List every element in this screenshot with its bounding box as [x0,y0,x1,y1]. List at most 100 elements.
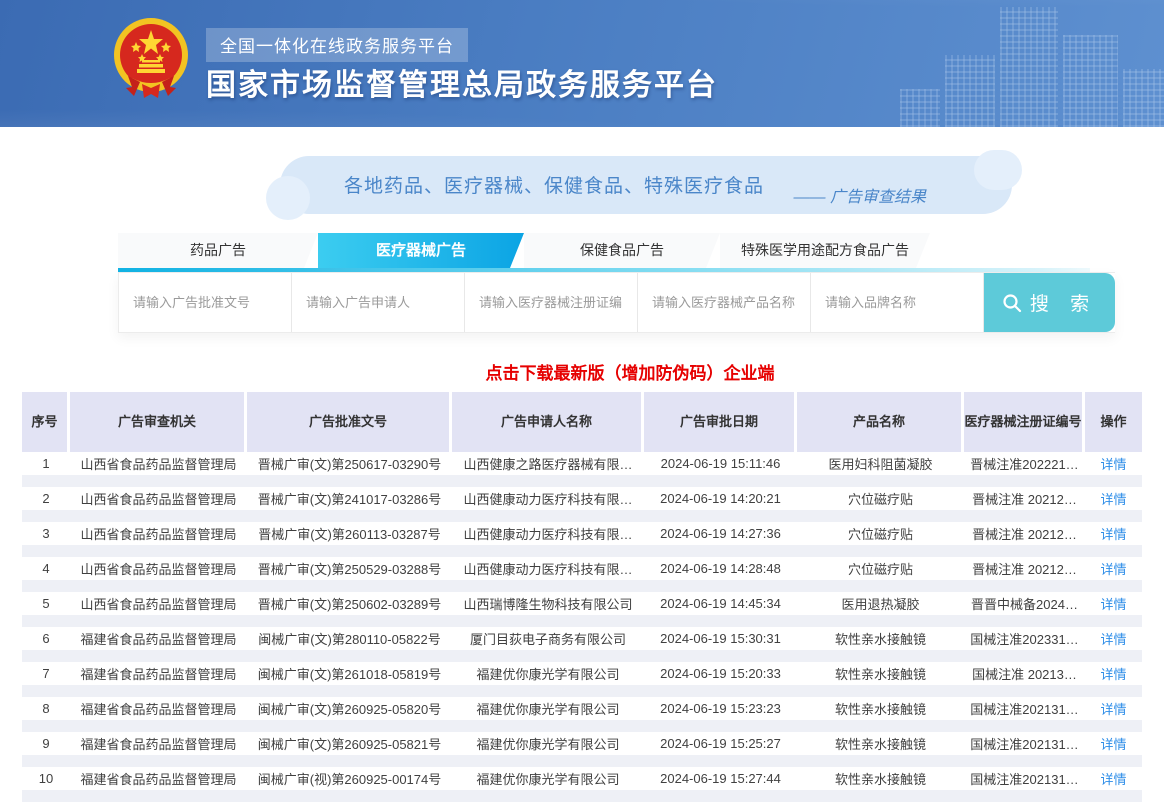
column-header-action: 操作 [1085,392,1142,452]
cell-approval-date: 2024-06-19 15:23:23 [644,701,797,716]
page: 全国一体化在线政务服务平台 国家市场监督管理总局政务服务平台 各地药品、医疗器械… [0,0,1164,812]
cell-approval-number: 晋械广审(文)第260113-03287号 [247,524,452,543]
cell-registration-number: 晋械注准 20212… [964,524,1085,543]
cell-applicant: 山西健康动力医疗科技有限… [452,559,644,578]
banner-categories-text: 各地药品、医疗器械、保健食品、特殊医疗食品 [344,171,764,198]
search-button-label: 搜 索 [1030,289,1097,316]
tab-health-food-ads[interactable]: 保健食品广告 [524,233,720,268]
cell-agency: 山西省食品药品监督管理局 [70,559,247,578]
cell-agency: 山西省食品药品监督管理局 [70,524,247,543]
table-row: 1 山西省食品药品监督管理局 晋械广审(文)第250617-03290号 山西健… [22,452,1142,487]
cell-approval-number: 闽械广审(文)第260925-05820号 [247,699,452,718]
search-bar: 搜 索 [118,272,1115,333]
download-enterprise-client-link[interactable]: 点击下载最新版（增加防伪码）企业端 [486,359,775,384]
detail-link[interactable]: 详情 [1085,734,1142,753]
detail-link[interactable]: 详情 [1085,454,1142,473]
header-badge: 全国一体化在线政务服务平台 [206,28,468,62]
cell-agency: 山西省食品药品监督管理局 [70,489,247,508]
cell-index: 2 [22,491,70,506]
tab-drug-ads[interactable]: 药品广告 [118,233,318,268]
cell-applicant: 福建优你康光学有限公司 [452,664,644,683]
cell-registration-number: 晋械注准 20212… [964,489,1085,508]
cell-index: 3 [22,526,70,541]
detail-link[interactable]: 详情 [1085,769,1142,788]
cell-registration-number: 晋械注准 20212… [964,559,1085,578]
cell-index: 7 [22,666,70,681]
cell-index: 4 [22,561,70,576]
cell-index: 5 [22,596,70,611]
table-header-row: 序号 广告审查机关 广告批准文号 广告申请人名称 广告审批日期 产品名称 医疗器… [22,392,1142,452]
skyline-decoration [945,55,995,127]
cell-product-name: 医用妇科阻菌凝胶 [797,454,964,473]
cell-registration-number: 国械注准202131… [964,734,1085,753]
detail-link[interactable]: 详情 [1085,629,1142,648]
device-product-name-input[interactable] [638,273,811,332]
applicant-input[interactable] [292,273,465,332]
table-row: 7 福建省食品药品监督管理局 闽械广审(文)第261018-05819号 福建优… [22,662,1142,697]
banner-suffix-text: —— 广告审查结果 [794,183,926,207]
cell-approval-date: 2024-06-19 15:27:44 [644,771,797,786]
table-body: 1 山西省食品药品监督管理局 晋械广审(文)第250617-03290号 山西健… [22,452,1142,802]
detail-link[interactable]: 详情 [1085,524,1142,543]
advertisement-table: 序号 广告审查机关 广告批准文号 广告申请人名称 广告审批日期 产品名称 医疗器… [22,392,1142,802]
cell-approval-date: 2024-06-19 14:20:21 [644,491,797,506]
cell-index: 10 [22,771,70,786]
cell-applicant: 福建优你康光学有限公司 [452,769,644,788]
detail-link[interactable]: 详情 [1085,489,1142,508]
skyline-decoration [900,89,940,127]
cell-applicant: 山西健康动力医疗科技有限… [452,524,644,543]
detail-link[interactable]: 详情 [1085,664,1142,683]
cell-agency: 福建省食品药品监督管理局 [70,664,247,683]
cell-approval-date: 2024-06-19 15:30:31 [644,631,797,646]
cell-approval-date: 2024-06-19 15:25:27 [644,736,797,751]
cell-agency: 福建省食品药品监督管理局 [70,734,247,753]
national-emblem-logo [112,16,190,100]
brand-name-input[interactable] [811,273,984,332]
cell-approval-number: 闽械广审(文)第261018-05819号 [247,664,452,683]
category-banner: 各地药品、医疗器械、保健食品、特殊医疗食品 —— 广告审查结果 [280,156,1012,214]
cell-agency: 山西省食品药品监督管理局 [70,594,247,613]
column-header-registration-number: 医疗器械注册证编号 [964,392,1085,452]
cell-approval-number: 晋械广审(文)第250529-03288号 [247,559,452,578]
cell-agency: 福建省食品药品监督管理局 [70,629,247,648]
cell-registration-number: 晋晋中械备2024… [964,594,1085,613]
tab-medical-device-ads[interactable]: 医疗器械广告 [318,233,524,268]
search-icon [1002,293,1022,313]
cell-product-name: 软性亲水接触镜 [797,769,964,788]
column-header-product-name: 产品名称 [797,392,964,452]
cell-approval-number: 晋械广审(文)第241017-03286号 [247,489,452,508]
cell-approval-number: 闽械广审(文)第280110-05822号 [247,629,452,648]
column-header-approval-date: 广告审批日期 [644,392,797,452]
column-header-approval-number: 广告批准文号 [247,392,452,452]
cell-registration-number: 晋械注准202221… [964,454,1085,473]
skyline-decoration [1063,35,1118,127]
cell-approval-date: 2024-06-19 15:20:33 [644,666,797,681]
cell-applicant: 山西健康动力医疗科技有限… [452,489,644,508]
table-row: 5 山西省食品药品监督管理局 晋械广审(文)第250602-03289号 山西瑞… [22,592,1142,627]
cell-approval-date: 2024-06-19 14:45:34 [644,596,797,611]
cell-registration-number: 国械注准202131… [964,699,1085,718]
cell-index: 8 [22,701,70,716]
detail-link[interactable]: 详情 [1085,699,1142,718]
download-link-row: 点击下载最新版（增加防伪码）企业端 [0,359,1164,380]
detail-link[interactable]: 详情 [1085,594,1142,613]
table-row: 10 福建省食品药品监督管理局 闽械广审(视)第260925-00174号 福建… [22,767,1142,802]
search-button[interactable]: 搜 索 [984,273,1115,332]
cell-index: 1 [22,456,70,471]
tab-special-medical-food-ads[interactable]: 特殊医学用途配方食品广告 [720,233,930,268]
table-row: 3 山西省食品药品监督管理局 晋械广审(文)第260113-03287号 山西健… [22,522,1142,557]
cell-approval-number: 晋械广审(文)第250602-03289号 [247,594,452,613]
cell-applicant: 福建优你康光学有限公司 [452,734,644,753]
device-registration-input[interactable] [465,273,638,332]
cell-approval-date: 2024-06-19 14:28:48 [644,561,797,576]
cell-product-name: 穴位磁疗贴 [797,489,964,508]
detail-link[interactable]: 详情 [1085,559,1142,578]
cell-agency: 山西省食品药品监督管理局 [70,454,247,473]
cell-index: 9 [22,736,70,751]
cell-registration-number: 国械注准202331… [964,629,1085,648]
table-row: 8 福建省食品药品监督管理局 闽械广审(文)第260925-05820号 福建优… [22,697,1142,732]
cell-index: 6 [22,631,70,646]
cell-applicant: 山西瑞博隆生物科技有限公司 [452,594,644,613]
approval-number-input[interactable] [119,273,292,332]
cell-approval-number: 闽械广审(视)第260925-00174号 [247,769,452,788]
